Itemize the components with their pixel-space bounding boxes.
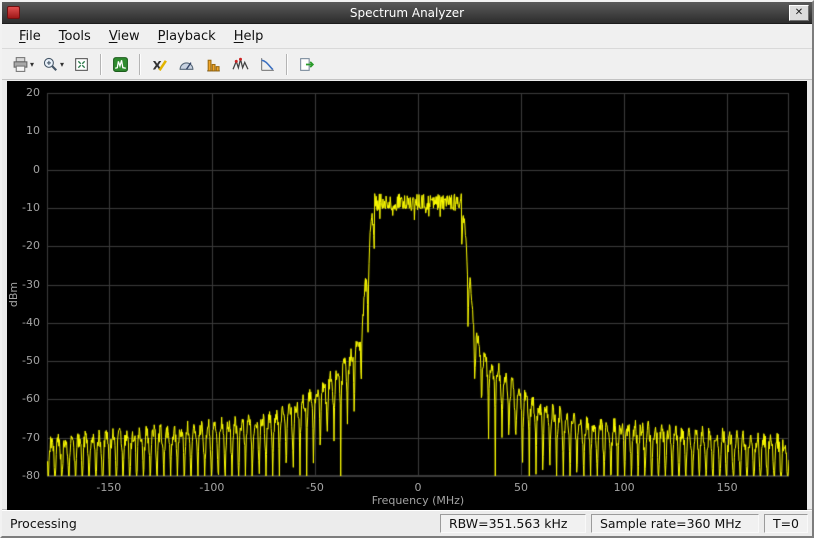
spectrum-analyzer-window: Spectrum Analyzer ✕ FileToolsViewPlaybac… xyxy=(0,0,814,538)
ccdf-line-icon xyxy=(259,56,276,73)
peak-finder-button[interactable] xyxy=(228,52,253,77)
printer-icon xyxy=(12,56,29,73)
toolbar-separator xyxy=(139,54,141,75)
x-tick-label: 50 xyxy=(514,481,528,494)
menu-view[interactable]: View xyxy=(100,26,149,47)
sample-rate-field: Sample rate=360 MHz xyxy=(591,514,759,533)
spectrum-plot: dBm Frequency (MHz) -150-100-50050100150… xyxy=(7,81,807,510)
close-button[interactable]: ✕ xyxy=(789,5,809,21)
spectrum-settings-icon xyxy=(112,56,129,73)
spectrum-settings-button[interactable] xyxy=(108,52,133,77)
print-figure-button[interactable]: ▾ xyxy=(9,52,37,77)
menu-help[interactable]: Help xyxy=(225,26,273,47)
distortion-measurements-button[interactable] xyxy=(201,52,226,77)
status-bar: Processing RBW=351.563 kHz Sample rate=3… xyxy=(2,510,812,536)
dropdown-arrow-icon[interactable]: ▾ xyxy=(30,60,34,69)
cursor-measurements-button[interactable]: X xyxy=(147,52,172,77)
x-tick-label: -150 xyxy=(96,481,121,494)
menu-playback[interactable]: Playback xyxy=(149,26,225,47)
status-message: Processing xyxy=(6,516,435,531)
fit-axes-icon xyxy=(73,56,90,73)
spectrum-canvas[interactable] xyxy=(7,81,807,510)
x-tick-label: 100 xyxy=(614,481,635,494)
distortion-bars-icon xyxy=(205,56,222,73)
y-tick-label: -60 xyxy=(7,392,40,405)
y-tick-label: -70 xyxy=(7,431,40,444)
y-tick-label: -40 xyxy=(7,316,40,329)
x-tick-label: 0 xyxy=(415,481,422,494)
peak-finder-icon xyxy=(232,56,249,73)
y-tick-label: -30 xyxy=(7,278,40,291)
dropdown-arrow-icon[interactable]: ▾ xyxy=(60,60,64,69)
y-tick-label: 20 xyxy=(7,86,40,99)
y-tick-label: -20 xyxy=(7,239,40,252)
toolbar: ▾ ▾ X xyxy=(2,49,812,80)
x-tick-label: 150 xyxy=(717,481,738,494)
x-axis-label: Frequency (MHz) xyxy=(372,494,464,507)
step-forward-icon xyxy=(298,56,315,73)
y-tick-label: 10 xyxy=(7,124,40,137)
app-icon xyxy=(7,6,20,19)
ccdf-measurements-button[interactable] xyxy=(255,52,280,77)
signal-statistics-button[interactable] xyxy=(174,52,199,77)
scale-axes-button[interactable] xyxy=(69,52,94,77)
cursor-measurements-icon: X xyxy=(151,56,168,73)
step-forward-button[interactable] xyxy=(294,52,319,77)
menu-tools[interactable]: Tools xyxy=(50,26,100,47)
title-bar: Spectrum Analyzer ✕ xyxy=(2,2,812,24)
magnifier-icon xyxy=(42,56,59,73)
protractor-icon xyxy=(178,56,195,73)
window-title: Spectrum Analyzer xyxy=(2,6,812,20)
y-tick-label: -50 xyxy=(7,354,40,367)
toolbar-separator xyxy=(286,54,288,75)
y-tick-label: -10 xyxy=(7,201,40,214)
x-tick-label: -50 xyxy=(306,481,324,494)
time-field: T=0 xyxy=(764,514,808,533)
toolbar-separator xyxy=(100,54,102,75)
menu-bar: FileToolsViewPlaybackHelp xyxy=(2,24,812,49)
x-tick-label: -100 xyxy=(199,481,224,494)
rbw-field: RBW=351.563 kHz xyxy=(440,514,586,533)
y-tick-label: -80 xyxy=(7,469,40,482)
zoom-button[interactable]: ▾ xyxy=(39,52,67,77)
y-tick-label: 0 xyxy=(7,163,40,176)
menu-file[interactable]: File xyxy=(10,26,50,47)
